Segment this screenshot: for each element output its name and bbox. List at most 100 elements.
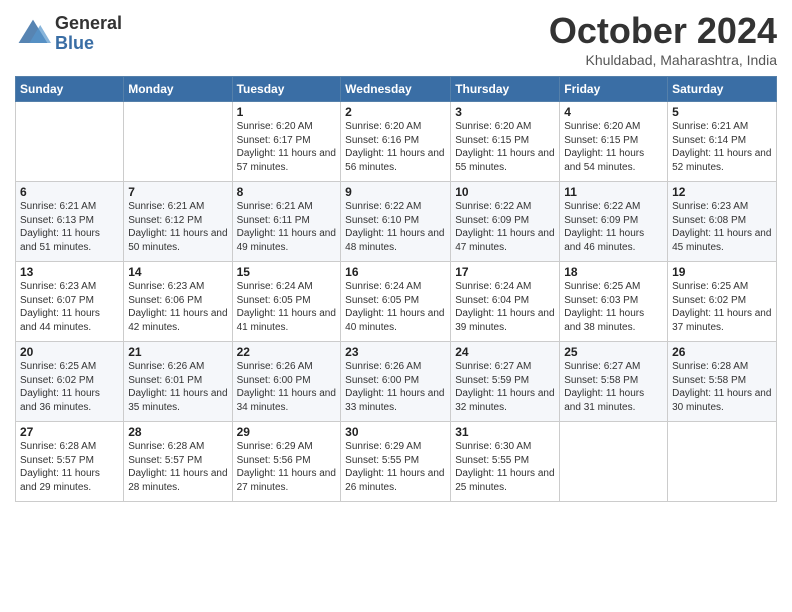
table-row: 5 Sunrise: 6:21 AMSunset: 6:14 PMDayligh…: [668, 102, 777, 182]
day-info: Sunrise: 6:26 AMSunset: 6:01 PMDaylight:…: [128, 361, 227, 413]
day-number: 28: [128, 425, 227, 439]
day-number: 3: [455, 105, 555, 119]
day-number: 6: [20, 185, 119, 199]
table-row: 26 Sunrise: 6:28 AMSunset: 5:58 PMDaylig…: [668, 342, 777, 422]
day-number: 29: [237, 425, 337, 439]
day-number: 24: [455, 345, 555, 359]
day-info: Sunrise: 6:28 AMSunset: 5:58 PMDaylight:…: [672, 361, 771, 413]
col-wednesday: Wednesday: [341, 77, 451, 102]
day-number: 11: [564, 185, 663, 199]
table-row: 4 Sunrise: 6:20 AMSunset: 6:15 PMDayligh…: [560, 102, 668, 182]
day-number: 9: [345, 185, 446, 199]
day-info: Sunrise: 6:29 AMSunset: 5:56 PMDaylight:…: [237, 441, 336, 493]
day-info: Sunrise: 6:24 AMSunset: 6:05 PMDaylight:…: [237, 281, 336, 333]
table-row: [124, 102, 232, 182]
table-row: 30 Sunrise: 6:29 AMSunset: 5:55 PMDaylig…: [341, 422, 451, 502]
day-number: 10: [455, 185, 555, 199]
table-row: 2 Sunrise: 6:20 AMSunset: 6:16 PMDayligh…: [341, 102, 451, 182]
day-info: Sunrise: 6:20 AMSunset: 6:15 PMDaylight:…: [455, 121, 554, 173]
table-row: [16, 102, 124, 182]
day-info: Sunrise: 6:28 AMSunset: 5:57 PMDaylight:…: [20, 441, 100, 493]
table-row: 19 Sunrise: 6:25 AMSunset: 6:02 PMDaylig…: [668, 262, 777, 342]
table-row: 15 Sunrise: 6:24 AMSunset: 6:05 PMDaylig…: [232, 262, 341, 342]
col-monday: Monday: [124, 77, 232, 102]
calendar-header-row: Sunday Monday Tuesday Wednesday Thursday…: [16, 77, 777, 102]
day-number: 27: [20, 425, 119, 439]
table-row: 6 Sunrise: 6:21 AMSunset: 6:13 PMDayligh…: [16, 182, 124, 262]
table-row: 10 Sunrise: 6:22 AMSunset: 6:09 PMDaylig…: [451, 182, 560, 262]
day-info: Sunrise: 6:21 AMSunset: 6:14 PMDaylight:…: [672, 121, 771, 173]
day-number: 17: [455, 265, 555, 279]
logo-general-text: General: [55, 14, 122, 34]
day-number: 20: [20, 345, 119, 359]
logo: General Blue: [15, 14, 122, 54]
day-number: 30: [345, 425, 446, 439]
day-number: 2: [345, 105, 446, 119]
day-info: Sunrise: 6:20 AMSunset: 6:17 PMDaylight:…: [237, 121, 336, 173]
col-tuesday: Tuesday: [232, 77, 341, 102]
day-info: Sunrise: 6:26 AMSunset: 6:00 PMDaylight:…: [345, 361, 444, 413]
day-info: Sunrise: 6:28 AMSunset: 5:57 PMDaylight:…: [128, 441, 227, 493]
day-number: 1: [237, 105, 337, 119]
day-info: Sunrise: 6:25 AMSunset: 6:02 PMDaylight:…: [672, 281, 771, 333]
day-info: Sunrise: 6:23 AMSunset: 6:08 PMDaylight:…: [672, 201, 771, 253]
logo-blue-text: Blue: [55, 34, 122, 54]
table-row: 11 Sunrise: 6:22 AMSunset: 6:09 PMDaylig…: [560, 182, 668, 262]
table-row: 16 Sunrise: 6:24 AMSunset: 6:05 PMDaylig…: [341, 262, 451, 342]
day-number: 18: [564, 265, 663, 279]
day-info: Sunrise: 6:22 AMSunset: 6:10 PMDaylight:…: [345, 201, 444, 253]
day-number: 26: [672, 345, 772, 359]
table-row: 9 Sunrise: 6:22 AMSunset: 6:10 PMDayligh…: [341, 182, 451, 262]
day-number: 16: [345, 265, 446, 279]
day-info: Sunrise: 6:25 AMSunset: 6:02 PMDaylight:…: [20, 361, 100, 413]
col-friday: Friday: [560, 77, 668, 102]
table-row: 24 Sunrise: 6:27 AMSunset: 5:59 PMDaylig…: [451, 342, 560, 422]
table-row: 1 Sunrise: 6:20 AMSunset: 6:17 PMDayligh…: [232, 102, 341, 182]
calendar-week-4: 20 Sunrise: 6:25 AMSunset: 6:02 PMDaylig…: [16, 342, 777, 422]
page: General Blue October 2024 Khuldabad, Mah…: [0, 0, 792, 612]
table-row: 3 Sunrise: 6:20 AMSunset: 6:15 PMDayligh…: [451, 102, 560, 182]
day-info: Sunrise: 6:25 AMSunset: 6:03 PMDaylight:…: [564, 281, 644, 333]
day-number: 23: [345, 345, 446, 359]
header: General Blue October 2024 Khuldabad, Mah…: [15, 10, 777, 68]
day-info: Sunrise: 6:21 AMSunset: 6:11 PMDaylight:…: [237, 201, 336, 253]
day-info: Sunrise: 6:24 AMSunset: 6:05 PMDaylight:…: [345, 281, 444, 333]
table-row: 18 Sunrise: 6:25 AMSunset: 6:03 PMDaylig…: [560, 262, 668, 342]
calendar-week-1: 1 Sunrise: 6:20 AMSunset: 6:17 PMDayligh…: [16, 102, 777, 182]
logo-icon: [15, 16, 51, 52]
day-info: Sunrise: 6:20 AMSunset: 6:16 PMDaylight:…: [345, 121, 444, 173]
day-info: Sunrise: 6:22 AMSunset: 6:09 PMDaylight:…: [564, 201, 644, 253]
day-number: 31: [455, 425, 555, 439]
col-saturday: Saturday: [668, 77, 777, 102]
calendar-week-2: 6 Sunrise: 6:21 AMSunset: 6:13 PMDayligh…: [16, 182, 777, 262]
day-info: Sunrise: 6:26 AMSunset: 6:00 PMDaylight:…: [237, 361, 336, 413]
table-row: 27 Sunrise: 6:28 AMSunset: 5:57 PMDaylig…: [16, 422, 124, 502]
day-info: Sunrise: 6:22 AMSunset: 6:09 PMDaylight:…: [455, 201, 554, 253]
day-number: 14: [128, 265, 227, 279]
day-number: 12: [672, 185, 772, 199]
col-sunday: Sunday: [16, 77, 124, 102]
day-info: Sunrise: 6:23 AMSunset: 6:07 PMDaylight:…: [20, 281, 100, 333]
calendar-table: Sunday Monday Tuesday Wednesday Thursday…: [15, 76, 777, 502]
table-row: 17 Sunrise: 6:24 AMSunset: 6:04 PMDaylig…: [451, 262, 560, 342]
table-row: 20 Sunrise: 6:25 AMSunset: 6:02 PMDaylig…: [16, 342, 124, 422]
title-section: October 2024 Khuldabad, Maharashtra, Ind…: [549, 10, 777, 68]
day-info: Sunrise: 6:20 AMSunset: 6:15 PMDaylight:…: [564, 121, 644, 173]
table-row: 12 Sunrise: 6:23 AMSunset: 6:08 PMDaylig…: [668, 182, 777, 262]
calendar-week-5: 27 Sunrise: 6:28 AMSunset: 5:57 PMDaylig…: [16, 422, 777, 502]
col-thursday: Thursday: [451, 77, 560, 102]
table-row: 8 Sunrise: 6:21 AMSunset: 6:11 PMDayligh…: [232, 182, 341, 262]
day-info: Sunrise: 6:21 AMSunset: 6:13 PMDaylight:…: [20, 201, 100, 253]
day-number: 13: [20, 265, 119, 279]
day-number: 21: [128, 345, 227, 359]
location: Khuldabad, Maharashtra, India: [549, 52, 777, 68]
day-info: Sunrise: 6:24 AMSunset: 6:04 PMDaylight:…: [455, 281, 554, 333]
logo-text: General Blue: [55, 14, 122, 54]
day-number: 8: [237, 185, 337, 199]
day-number: 5: [672, 105, 772, 119]
day-info: Sunrise: 6:27 AMSunset: 5:58 PMDaylight:…: [564, 361, 644, 413]
day-number: 22: [237, 345, 337, 359]
day-info: Sunrise: 6:27 AMSunset: 5:59 PMDaylight:…: [455, 361, 554, 413]
day-number: 7: [128, 185, 227, 199]
table-row: 28 Sunrise: 6:28 AMSunset: 5:57 PMDaylig…: [124, 422, 232, 502]
